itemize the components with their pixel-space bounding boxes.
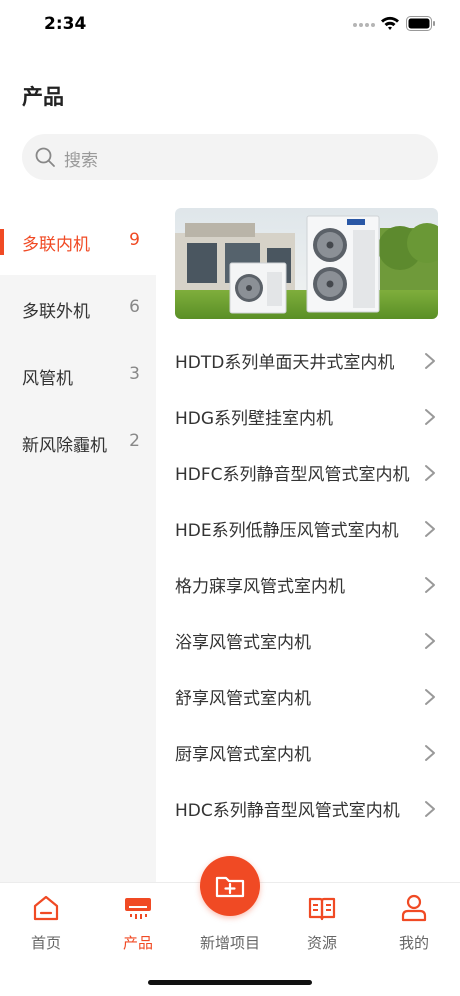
category-label: 新风除霾机 [22, 436, 107, 456]
category-item-multi-indoor[interactable]: 多联内机 9 [0, 208, 156, 275]
category-item-fresh-air[interactable]: 新风除霾机 2 [0, 409, 156, 476]
tab-label: 我的 [398, 934, 429, 952]
category-label: 多联外机 [22, 302, 90, 322]
tab-home[interactable]: 首页 [0, 883, 92, 963]
add-folder-icon [215, 876, 245, 898]
tab-products[interactable]: 产品 [92, 883, 184, 963]
wifi-icon [381, 16, 399, 30]
category-item-multi-outdoor[interactable]: 多联外机 6 [0, 275, 156, 342]
category-label: 多联内机 [22, 235, 90, 255]
category-count: 9 [129, 230, 140, 250]
chevron-right-icon [425, 465, 435, 481]
active-indicator [0, 229, 4, 255]
chevron-right-icon [425, 689, 435, 705]
category-count: 2 [129, 431, 140, 451]
product-item[interactable]: HDG系列壁挂室内机 [175, 389, 440, 445]
product-label: 舒享风管式室内机 [175, 689, 311, 709]
category-count: 6 [129, 297, 140, 317]
product-item[interactable]: HDFC系列静音型风管式室内机 [175, 445, 440, 501]
category-label: 风管机 [22, 369, 73, 389]
page-title: 产品 [22, 85, 64, 109]
tab-label: 产品 [122, 934, 153, 952]
tab-label: 首页 [30, 934, 61, 952]
product-item[interactable]: HDC系列静音型风管式室内机 [175, 781, 440, 837]
book-icon [308, 897, 336, 921]
tab-label: 新增项目 [199, 934, 260, 952]
tab-mine[interactable]: 我的 [368, 883, 460, 963]
category-count: 3 [129, 364, 140, 384]
product-label: 格力寐享风管式室内机 [175, 577, 345, 597]
tab-resources[interactable]: 资源 [276, 883, 368, 963]
product-item[interactable]: 浴享风管式室内机 [175, 613, 440, 669]
chevron-right-icon [425, 409, 435, 425]
product-label: HDTD系列单面天井式室内机 [175, 353, 395, 373]
user-icon [401, 894, 427, 922]
search-placeholder: 搜索 [64, 151, 98, 171]
product-label: 厨享风管式室内机 [175, 745, 311, 765]
status-time: 2:34 [44, 14, 87, 34]
chevron-right-icon [425, 521, 435, 537]
battery-icon [406, 16, 435, 31]
chevron-right-icon [425, 801, 435, 817]
product-label: 浴享风管式室内机 [175, 633, 311, 653]
air-conditioner-icon [125, 898, 151, 919]
product-item[interactable]: HDE系列低静压风管式室内机 [175, 501, 440, 557]
product-label: HDG系列壁挂室内机 [175, 409, 334, 429]
chevron-right-icon [425, 745, 435, 761]
search-input[interactable]: 搜索 [22, 134, 438, 180]
add-project-button[interactable] [200, 856, 260, 916]
product-item[interactable]: HDTD系列单面天井式室内机 [175, 333, 440, 389]
category-banner-image [175, 208, 438, 319]
product-label: HDC系列静音型风管式室内机 [175, 801, 400, 821]
category-sidebar: 多联内机 9 多联外机 6 风管机 3 新风除霾机 2 [0, 208, 156, 882]
search-icon [35, 147, 55, 167]
product-label: HDE系列低静压风管式室内机 [175, 521, 399, 541]
product-item[interactable]: 厨享风管式室内机 [175, 725, 440, 781]
category-item-duct[interactable]: 风管机 3 [0, 342, 156, 409]
product-item[interactable]: 格力寐享风管式室内机 [175, 557, 440, 613]
home-icon [33, 895, 59, 921]
product-label: HDFC系列静音型风管式室内机 [175, 465, 410, 485]
product-item[interactable]: 舒享风管式室内机 [175, 669, 440, 725]
home-indicator [148, 980, 312, 985]
chevron-right-icon [425, 577, 435, 593]
signal-icon [353, 23, 375, 29]
chevron-right-icon [425, 353, 435, 369]
chevron-right-icon [425, 633, 435, 649]
tab-label: 资源 [306, 934, 337, 952]
status-bar: 2:34 [0, 0, 460, 52]
